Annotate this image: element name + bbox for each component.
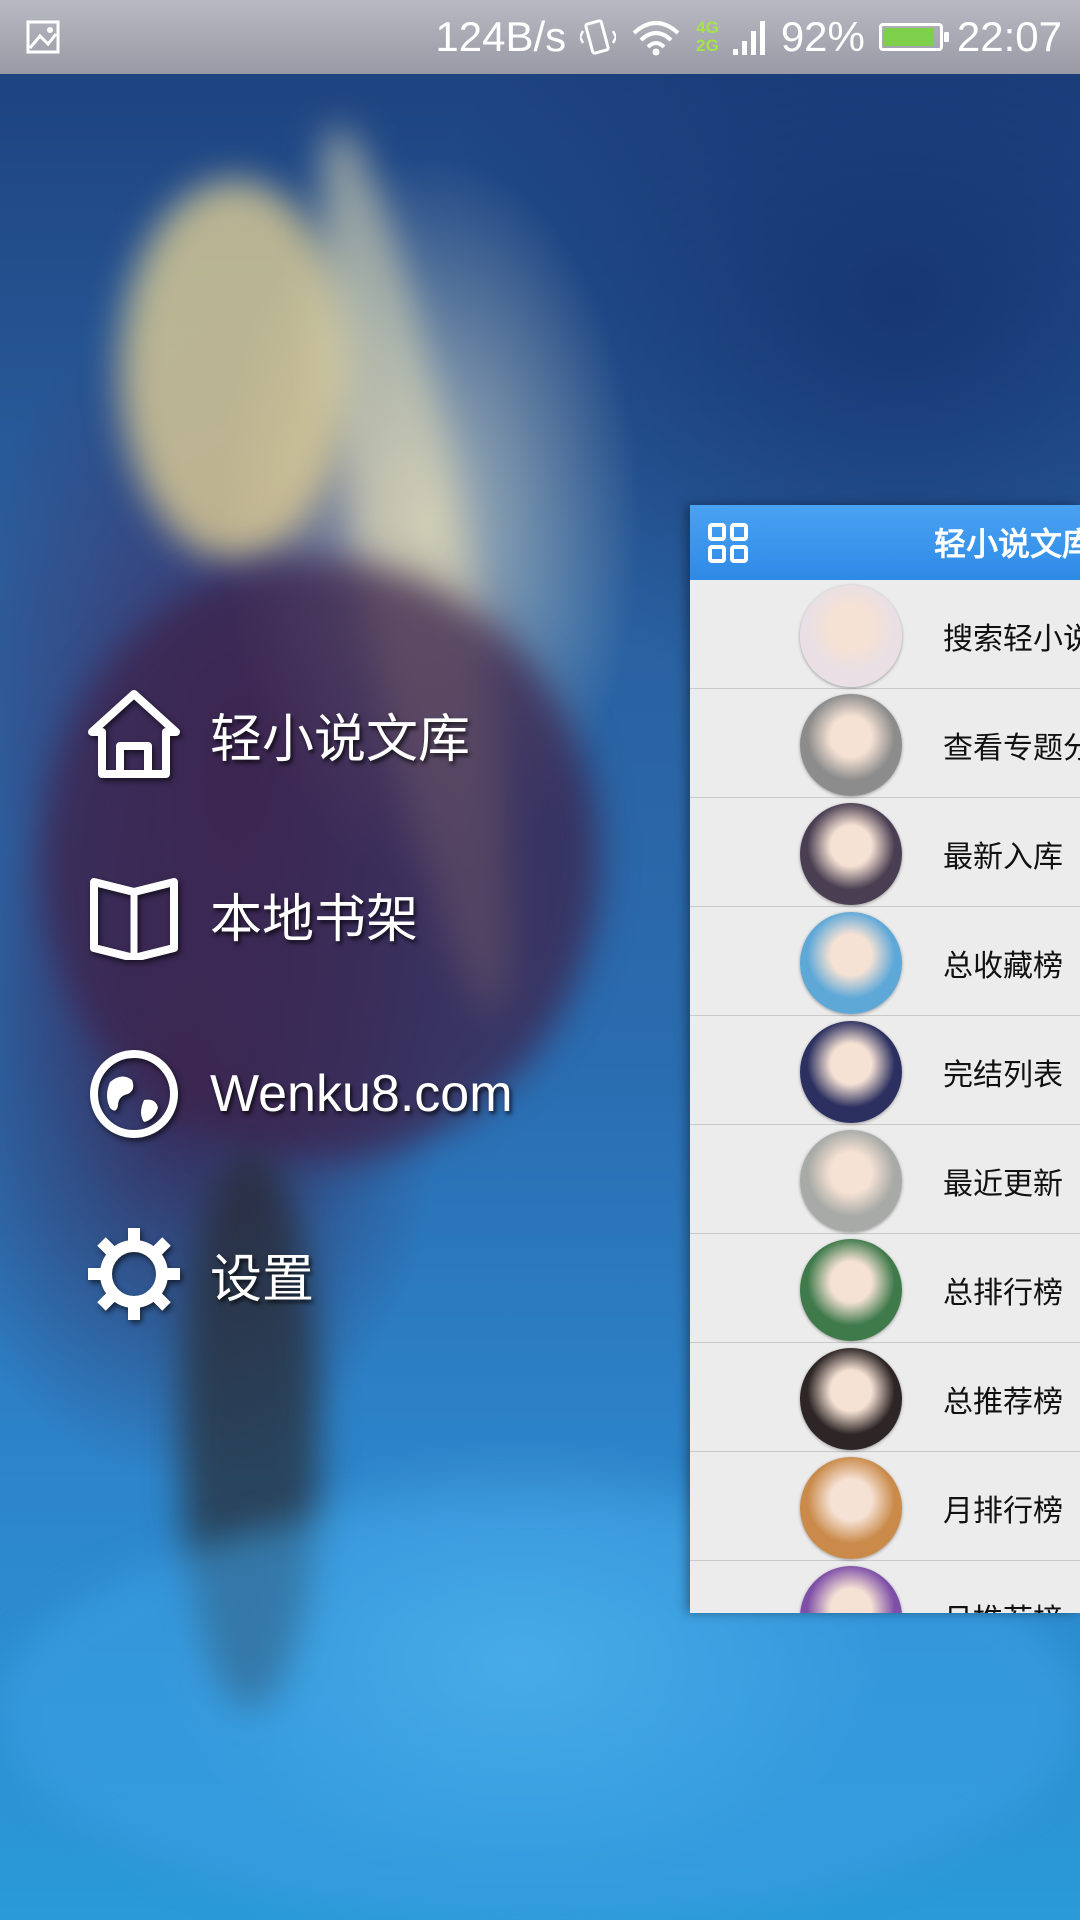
list-item[interactable]: 总推荐榜 xyxy=(690,1343,1080,1452)
drawer-item-website[interactable]: Wenku8.com xyxy=(88,1048,513,1140)
list-item-label: 最新入库 xyxy=(943,840,1063,875)
open-book-icon xyxy=(88,868,180,960)
globe-icon xyxy=(88,1048,180,1140)
list-item-label: 总收藏榜 xyxy=(943,949,1063,984)
background-figure-hair xyxy=(120,180,350,560)
avatar xyxy=(800,1457,902,1559)
avatar xyxy=(800,694,902,796)
avatar xyxy=(800,1021,902,1123)
list-item[interactable]: 月排行榜 xyxy=(690,1452,1080,1561)
clock: 22:07 xyxy=(956,13,1062,60)
list-item-label: 搜索轻小说 xyxy=(943,622,1080,657)
home-icon xyxy=(88,688,180,780)
list-item[interactable]: 月推荐榜 xyxy=(690,1561,1080,1613)
drawer-item-home[interactable]: 轻小说文库 xyxy=(88,688,470,780)
list-item-label: 完结列表 xyxy=(943,1058,1063,1093)
list-item[interactable]: 完结列表 xyxy=(690,1016,1080,1125)
list-item-label: 月排行榜 xyxy=(943,1494,1063,1529)
image-notification-icon xyxy=(26,20,60,54)
list-item[interactable]: 最新入库 xyxy=(690,798,1080,907)
list-item[interactable]: 搜索轻小说 xyxy=(690,580,1080,689)
grid-menu-icon[interactable] xyxy=(708,523,748,563)
drawer-item-label: 本地书架 xyxy=(210,890,419,949)
wifi-icon xyxy=(632,21,680,56)
list-item-label: 月推荐榜 xyxy=(943,1595,1063,1613)
list-item[interactable]: 总收藏榜 xyxy=(690,907,1080,1016)
list-item-label: 最近更新 xyxy=(943,1167,1063,1202)
list-item[interactable]: 总排行榜 xyxy=(690,1234,1080,1343)
avatar xyxy=(800,1239,902,1341)
list-item-label: 总排行榜 xyxy=(943,1276,1063,1311)
signal-icon xyxy=(732,21,765,55)
app-bar: 轻小说文库 xyxy=(690,505,1080,580)
drawer-item-label: 轻小说文库 xyxy=(210,710,471,769)
app-screen: 124B/s 4G 2G 92% 22:07 轻小说文库 本地书架 Wenku8… xyxy=(0,0,1080,1920)
drawer-item-label: Wenku8.com xyxy=(210,1065,513,1123)
category-list: 搜索轻小说查看专题分类最新入库总收藏榜完结列表最近更新总排行榜总推荐榜月排行榜月… xyxy=(690,580,1080,1613)
drawer-item-label: 设置 xyxy=(210,1250,315,1309)
list-item-label: 总推荐榜 xyxy=(943,1385,1063,1420)
network-type-bottom: 2G xyxy=(696,36,719,55)
avatar xyxy=(800,1348,902,1450)
avatar xyxy=(800,912,902,1014)
status-indicators: 124B/s 4G 2G 92% 22:07 xyxy=(435,0,1062,74)
avatar xyxy=(800,1130,902,1232)
list-item[interactable]: 查看专题分类 xyxy=(690,689,1080,798)
list-item-label: 查看专题分类 xyxy=(943,731,1080,766)
drawer-item-settings[interactable]: 设置 xyxy=(88,1228,314,1320)
app-bar-title: 轻小说文库 xyxy=(934,525,1080,563)
main-content-panel[interactable]: 轻小说文库 搜索轻小说查看专题分类最新入库总收藏榜完结列表最近更新总排行榜总推荐… xyxy=(690,505,1080,1613)
avatar xyxy=(800,803,902,905)
battery-charging-icon xyxy=(878,23,949,51)
network-speed: 124B/s xyxy=(435,13,567,60)
gear-icon xyxy=(88,1228,180,1320)
avatar xyxy=(800,585,902,687)
battery-percent: 92% xyxy=(780,13,865,60)
vibrate-icon xyxy=(580,19,617,55)
network-type: 4G 2G xyxy=(696,19,719,55)
list-item[interactable]: 最近更新 xyxy=(690,1125,1080,1234)
status-bar: 124B/s 4G 2G 92% 22:07 xyxy=(0,0,1080,74)
network-type-top: 4G xyxy=(696,18,719,37)
drawer-item-local-shelf[interactable]: 本地书架 xyxy=(88,868,418,960)
avatar xyxy=(800,1566,902,1613)
battery-level-fill xyxy=(883,28,934,46)
